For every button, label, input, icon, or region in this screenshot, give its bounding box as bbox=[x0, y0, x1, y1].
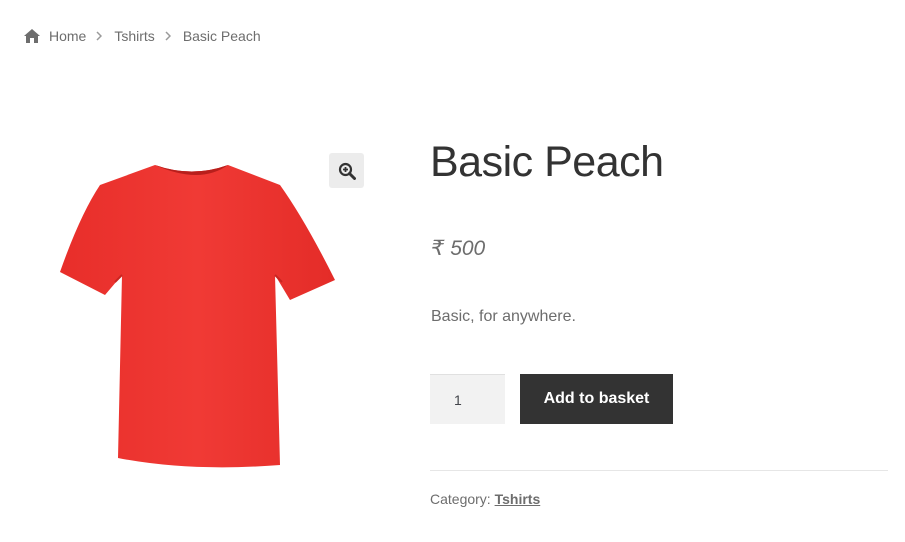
product-image[interactable] bbox=[40, 140, 370, 480]
tshirt-image bbox=[60, 165, 335, 468]
category-label: Category: bbox=[430, 491, 491, 507]
product-title: Basic Peach bbox=[430, 138, 664, 186]
breadcrumb-home-link[interactable]: Home bbox=[49, 28, 86, 44]
product-price: ₹ 500 bbox=[431, 237, 486, 260]
chevron-right-icon bbox=[165, 31, 173, 41]
quantity-input[interactable] bbox=[430, 374, 505, 424]
zoom-in-icon bbox=[338, 162, 356, 180]
add-to-basket-button[interactable]: Add to basket bbox=[520, 374, 673, 424]
home-icon[interactable] bbox=[23, 28, 41, 44]
breadcrumb: Home Tshirts Basic Peach bbox=[23, 26, 261, 46]
breadcrumb-current: Basic Peach bbox=[182, 28, 261, 44]
product-description: Basic, for anywhere. bbox=[431, 308, 576, 325]
zoom-button[interactable] bbox=[329, 153, 364, 188]
category-link[interactable]: Tshirts bbox=[495, 491, 541, 507]
chevron-right-icon bbox=[96, 31, 104, 41]
breadcrumb-tshirts-link[interactable]: Tshirts bbox=[114, 28, 154, 44]
divider bbox=[430, 470, 888, 471]
product-category: Category: Tshirts bbox=[430, 491, 540, 507]
